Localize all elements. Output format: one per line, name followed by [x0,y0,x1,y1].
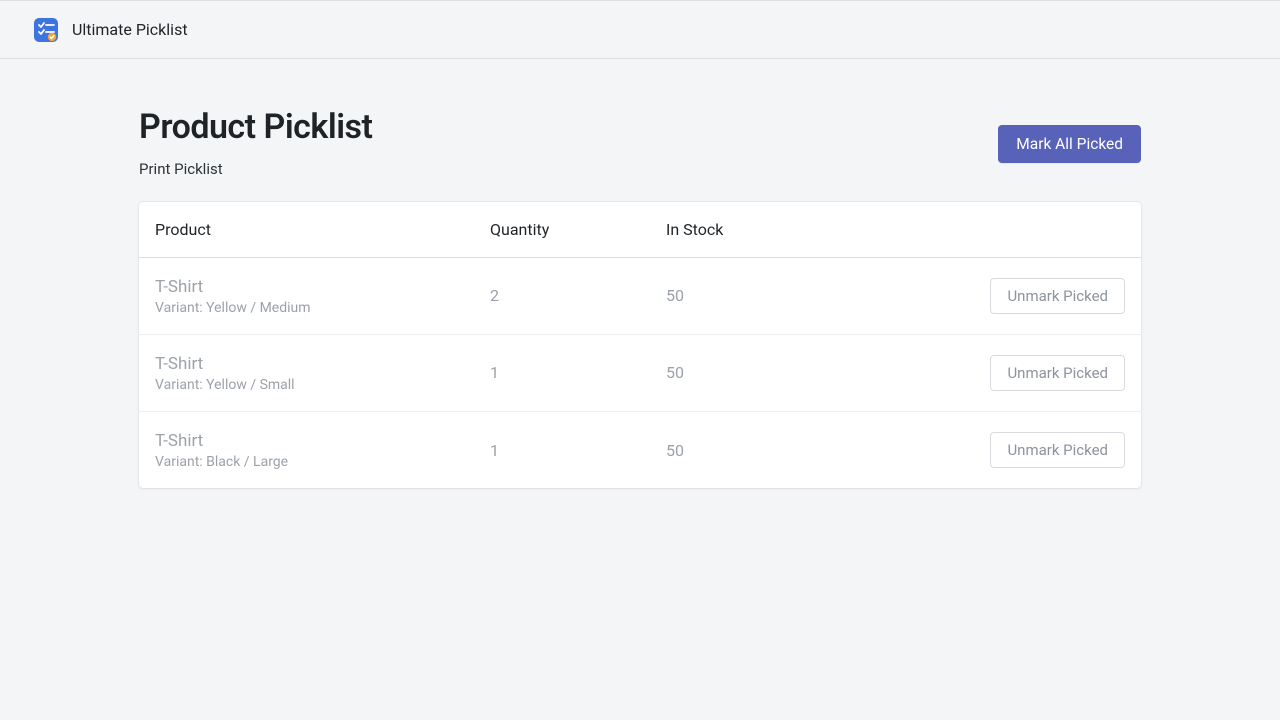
app-title: Ultimate Picklist [72,20,188,39]
product-variant: Variant: Black / Large [155,454,490,470]
table-row: T-Shirt Variant: Yellow / Small150 Unmark … [139,335,1141,412]
quantity-cell: 1 [490,363,666,382]
quantity-cell: 1 [490,441,666,460]
app-header: Ultimate Picklist [0,1,1280,59]
unmark-picked-button[interactable]: Unmark Picked [990,432,1125,468]
quantity-cell: 2 [490,286,666,305]
in-stock-cell: 50 [666,363,866,382]
in-stock-cell: 50 [666,441,866,460]
column-header-quantity: Quantity [490,220,666,239]
unmark-picked-button[interactable]: Unmark Picked [990,355,1125,391]
picklist-app-icon [34,18,58,42]
in-stock-cell: 50 [666,286,866,305]
print-picklist-link[interactable]: Print Picklist [139,160,223,178]
unmark-picked-button[interactable]: Unmark Picked [990,278,1125,314]
column-header-in-stock: In Stock [666,220,866,239]
product-name: T-Shirt [155,353,490,375]
product-variant: Variant: Yellow / Medium [155,300,490,316]
product-variant: Variant: Yellow / Small [155,377,490,393]
mark-all-picked-button[interactable]: Mark All Picked [998,125,1141,163]
product-name: T-Shirt [155,430,490,452]
page-title: Product Picklist [139,107,372,148]
column-header-product: Product [155,220,490,239]
table-row: T-Shirt Variant: Black / Large150 Unmark P… [139,412,1141,488]
table-row: T-Shirt Variant: Yellow / Medium250 Unmark… [139,258,1141,335]
product-name: T-Shirt [155,276,490,298]
page-head: Product Picklist Print Picklist Mark All… [139,107,1141,178]
picklist-table: Product Quantity In Stock T-Shirt Variant… [139,202,1141,488]
table-header-row: Product Quantity In Stock [139,202,1141,258]
